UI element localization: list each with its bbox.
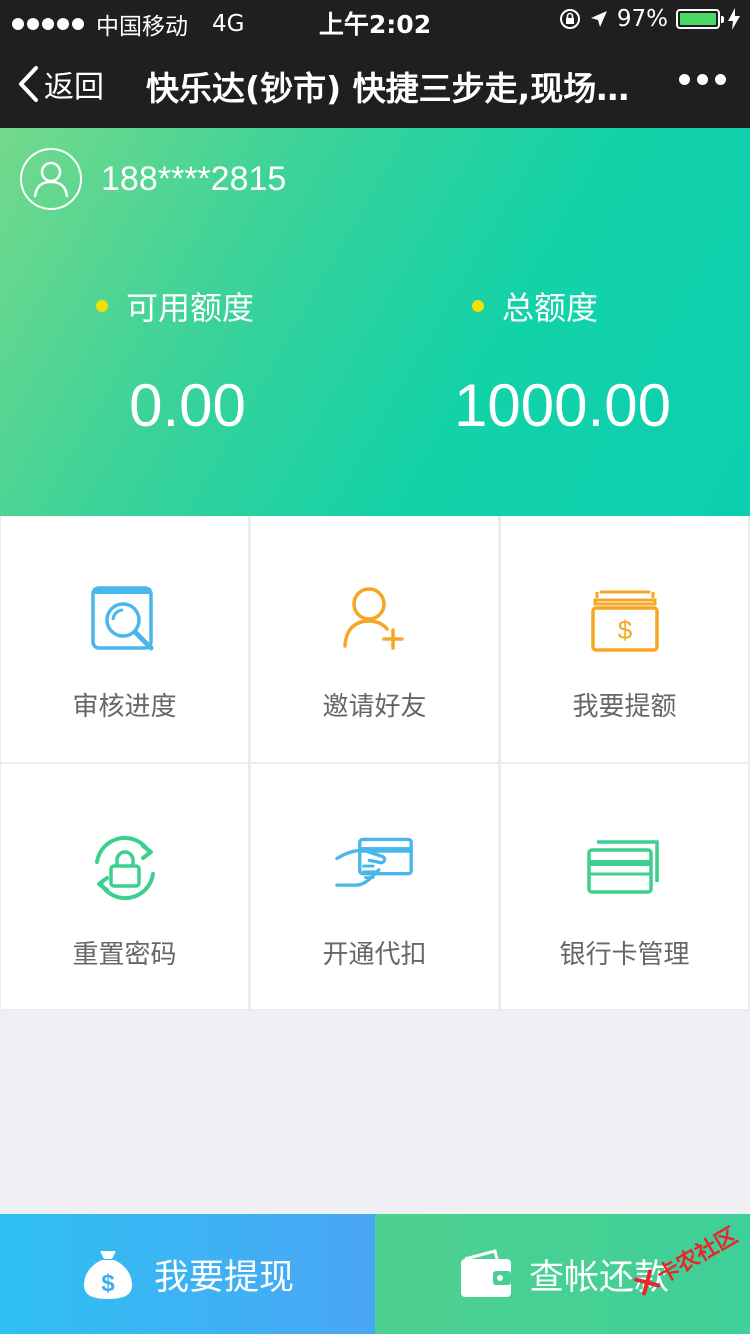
wallet-icon <box>461 1249 511 1297</box>
status-bar: 中国移动 4G 上午2:02 97% <box>0 0 750 40</box>
hand-card-icon <box>334 828 415 908</box>
chevron-left-icon <box>19 66 38 102</box>
menu-item-label: 银行卡管理 <box>559 940 690 970</box>
total-credit-label: 总额度 <box>472 283 598 329</box>
repay-button[interactable]: 查帐还款 卡农社区 <box>375 1214 750 1334</box>
menu-grid: 审核进度 邀请好友 $ 我要提额 重置密码 开通代扣 银行卡管理 <box>0 516 750 1011</box>
charging-bolt-icon <box>728 8 740 30</box>
menu-item-label: 我要提额 <box>572 692 677 722</box>
location-arrow-icon <box>590 11 607 27</box>
back-label: 返回 <box>44 70 104 105</box>
menu-item-label: 开通代扣 <box>322 940 427 970</box>
battery-percent: 97% <box>616 6 668 32</box>
total-credit-label-text: 总额度 <box>502 289 599 327</box>
available-credit-label-text: 可用额度 <box>126 289 255 327</box>
user-icon <box>33 161 69 198</box>
more-options-button[interactable] <box>679 74 726 85</box>
money-stack-icon: $ <box>585 580 665 660</box>
phone-number: 188****2815 <box>101 160 287 198</box>
menu-item-label: 审核进度 <box>72 692 177 722</box>
available-credit-label: 可用额度 <box>96 283 254 329</box>
menu-item-enable-auto-debit[interactable]: 开通代扣 <box>250 764 500 1011</box>
menu-item-bank-card-management[interactable]: 银行卡管理 <box>500 764 750 1011</box>
navigation-bar: 返回 快乐达(钞市) 快捷三步走,现场审核 <box>0 40 750 128</box>
menu-item-invite-friends[interactable]: 邀请好友 <box>250 516 500 764</box>
battery-icon <box>676 9 724 29</box>
search-document-icon <box>85 580 165 660</box>
lock-refresh-icon <box>85 828 165 908</box>
back-button[interactable]: 返回 <box>16 62 104 106</box>
svg-text:$: $ <box>101 1270 115 1297</box>
total-credit-value: 1000.00 <box>454 372 671 439</box>
withdraw-label: 我要提现 <box>154 1257 295 1298</box>
status-right: 97% <box>559 6 740 32</box>
withdraw-button[interactable]: $ 我要提现 <box>0 1214 375 1334</box>
add-user-icon <box>335 580 415 660</box>
menu-item-label: 重置密码 <box>72 940 177 970</box>
money-bag-icon: $ <box>84 1251 132 1299</box>
bank-cards-icon <box>585 828 665 908</box>
bottom-action-bar: $ 我要提现 查帐还款 卡农社区 <box>0 1214 750 1334</box>
available-credit-value: 0.00 <box>129 372 246 439</box>
menu-item-review-progress[interactable]: 审核进度 <box>0 516 250 764</box>
menu-item-raise-limit[interactable]: $ 我要提额 <box>500 516 750 764</box>
page-title: 快乐达(钞市) 快捷三步走,现场审核 <box>146 69 646 108</box>
menu-item-reset-password[interactable]: 重置密码 <box>0 764 250 1011</box>
svg-text:$: $ <box>617 615 632 645</box>
yellow-dot-icon <box>472 300 484 312</box>
menu-item-label: 邀请好友 <box>322 692 427 722</box>
avatar[interactable] <box>20 148 82 210</box>
account-summary-card: 188****2815 可用额度 总额度 0.00 1000.00 <box>0 128 750 516</box>
orientation-lock-icon <box>559 9 580 29</box>
watermark-text: 卡农社区 <box>653 1223 742 1289</box>
yellow-dot-icon <box>96 300 108 312</box>
